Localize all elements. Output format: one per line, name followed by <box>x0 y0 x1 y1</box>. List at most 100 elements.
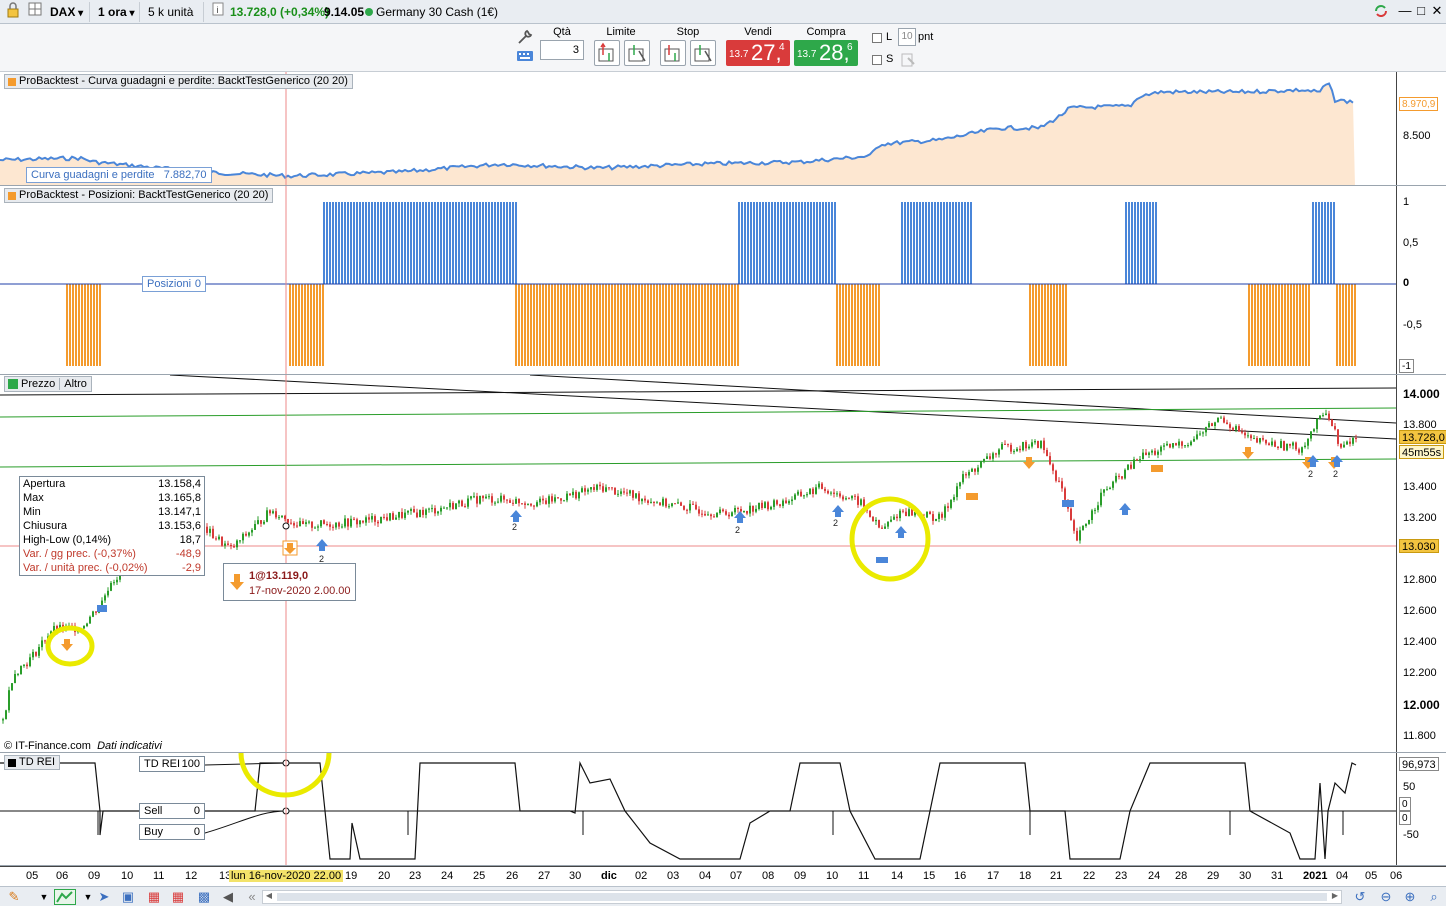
equity-panel-title[interactable]: ProBacktest - Curva guadagni e perdite: … <box>4 74 353 89</box>
tdrei-panel-title[interactable]: TD REI <box>4 755 61 770</box>
long-bar <box>946 202 948 284</box>
keyboard-icon[interactable] <box>516 50 536 64</box>
long-bar <box>768 202 770 284</box>
backtest-icon[interactable]: ▦ <box>170 889 186 905</box>
short-bar <box>1248 284 1250 366</box>
tab-prezzo[interactable]: Prezzo <box>21 378 61 390</box>
indicator-icon[interactable]: ▦ <box>146 889 162 905</box>
candle-body <box>341 526 343 528</box>
positions-axis-label: 0,5 <box>1403 237 1419 249</box>
limit-sell-button[interactable] <box>624 40 650 66</box>
time-axis-label: 05 <box>1365 870 1378 882</box>
long-bar <box>338 202 340 284</box>
long-bar <box>1131 202 1133 284</box>
candle-body <box>311 521 313 528</box>
buy-button[interactable]: 13.7 28, 6 <box>794 40 858 66</box>
chevron-down-icon[interactable]: ▼ <box>36 889 52 905</box>
candle-body <box>17 673 19 675</box>
candle-body <box>359 520 361 525</box>
short-bar <box>1351 284 1353 366</box>
screener-icon[interactable]: ▩ <box>196 889 212 905</box>
candle-body <box>443 507 445 509</box>
limit-buy-button[interactable] <box>594 40 620 66</box>
buy-connector <box>204 810 287 834</box>
positions-panel-title[interactable]: ProBacktest - Posizioni: BacktTestGeneri… <box>4 188 274 203</box>
chevron-down-icon[interactable]: ▼ <box>80 889 96 905</box>
refresh-icon[interactable] <box>1372 3 1390 22</box>
time-axis-label: 09 <box>794 870 807 882</box>
qty-input[interactable]: 3 <box>540 40 584 60</box>
reset-zoom-icon[interactable]: ↺ <box>1352 889 1368 905</box>
sell-button[interactable]: 13.7 27, 4 <box>726 40 790 66</box>
zoom-in-icon[interactable]: ⊕ <box>1402 889 1418 905</box>
stop-sell-button[interactable] <box>690 40 716 66</box>
short-bar <box>635 284 637 366</box>
candle-body <box>1229 424 1231 428</box>
short-bar <box>301 284 303 366</box>
candle-body <box>674 503 676 505</box>
long-bar <box>515 202 517 284</box>
svg-text:i: i <box>217 5 219 15</box>
search-icon[interactable]: ⌕ <box>1426 889 1442 905</box>
timeframe-select[interactable]: 1 ora <box>94 2 140 22</box>
sell-price-prefix: 13.7 <box>729 49 749 60</box>
candle-body <box>644 498 646 501</box>
candle-body <box>83 626 85 629</box>
candle-body <box>818 483 820 488</box>
short-bar <box>524 284 526 366</box>
l-checkbox[interactable] <box>872 33 882 43</box>
buy-label: Compra <box>806 26 846 38</box>
short-bar <box>1302 284 1304 366</box>
share-icon[interactable]: ➤ <box>96 889 112 905</box>
candle-body <box>776 500 778 505</box>
scroll-left-icon[interactable]: ◀ <box>263 891 275 903</box>
scroll-right-icon[interactable]: ▶ <box>1329 891 1341 903</box>
double-chevron-left-icon[interactable]: « <box>244 889 260 905</box>
long-bar <box>476 202 478 284</box>
lock-icon[interactable] <box>2 2 22 22</box>
tdrei-panel: TD REI TD REI 100 Sell 0 Buy 0 96,973 50 0 … <box>0 753 1446 866</box>
draw-line-icon[interactable]: ✎ <box>6 889 22 905</box>
short-bar <box>99 284 101 366</box>
short-bar <box>78 284 80 366</box>
s-checkbox[interactable] <box>872 55 882 65</box>
instrument-select[interactable]: DAX <box>46 2 90 22</box>
candle-body <box>656 502 658 504</box>
short-bar <box>536 284 538 366</box>
long-bar <box>473 202 475 284</box>
time-axis-label: 28 <box>1175 870 1188 882</box>
candle-body <box>1217 417 1219 423</box>
stop-buy-button[interactable] <box>660 40 686 66</box>
zoom-out-icon[interactable]: ⊖ <box>1378 889 1394 905</box>
pnt-input[interactable]: 10 <box>898 28 916 46</box>
short-bar <box>857 284 859 366</box>
close-icon[interactable]: ✕ <box>1428 3 1446 19</box>
scroll-thumb[interactable] <box>277 893 1327 901</box>
order-settings-icon[interactable] <box>900 52 918 68</box>
units-select[interactable]: 5 k unità <box>144 2 204 22</box>
horizontal-scrollbar[interactable]: ◀ ▶ <box>262 890 1342 904</box>
candle-body <box>314 527 316 529</box>
info-icon[interactable]: i <box>208 2 224 22</box>
scan-icon[interactable]: ◀ <box>220 889 236 905</box>
chart-type-icon[interactable] <box>54 889 76 905</box>
candle-body <box>878 519 880 528</box>
long-bar <box>816 202 818 284</box>
long-bar <box>1327 202 1329 284</box>
short-bar <box>1342 284 1344 366</box>
candle-body <box>824 488 826 491</box>
short-bar <box>1050 284 1052 366</box>
time-axis-label: 23 <box>1115 870 1128 882</box>
tab-altro[interactable]: Altro <box>60 378 91 390</box>
window-icon[interactable]: ▣ <box>120 889 136 905</box>
candle-body <box>398 512 400 518</box>
wrench-icon[interactable] <box>516 28 536 46</box>
candle-body <box>725 511 727 515</box>
candle-body <box>287 519 289 523</box>
candle-body <box>1094 509 1096 511</box>
grid-icon[interactable] <box>24 2 42 22</box>
price-axis-label: 12.400 <box>1403 636 1437 648</box>
long-bar <box>446 202 448 284</box>
long-bar <box>961 202 963 284</box>
candle-body <box>44 640 46 642</box>
